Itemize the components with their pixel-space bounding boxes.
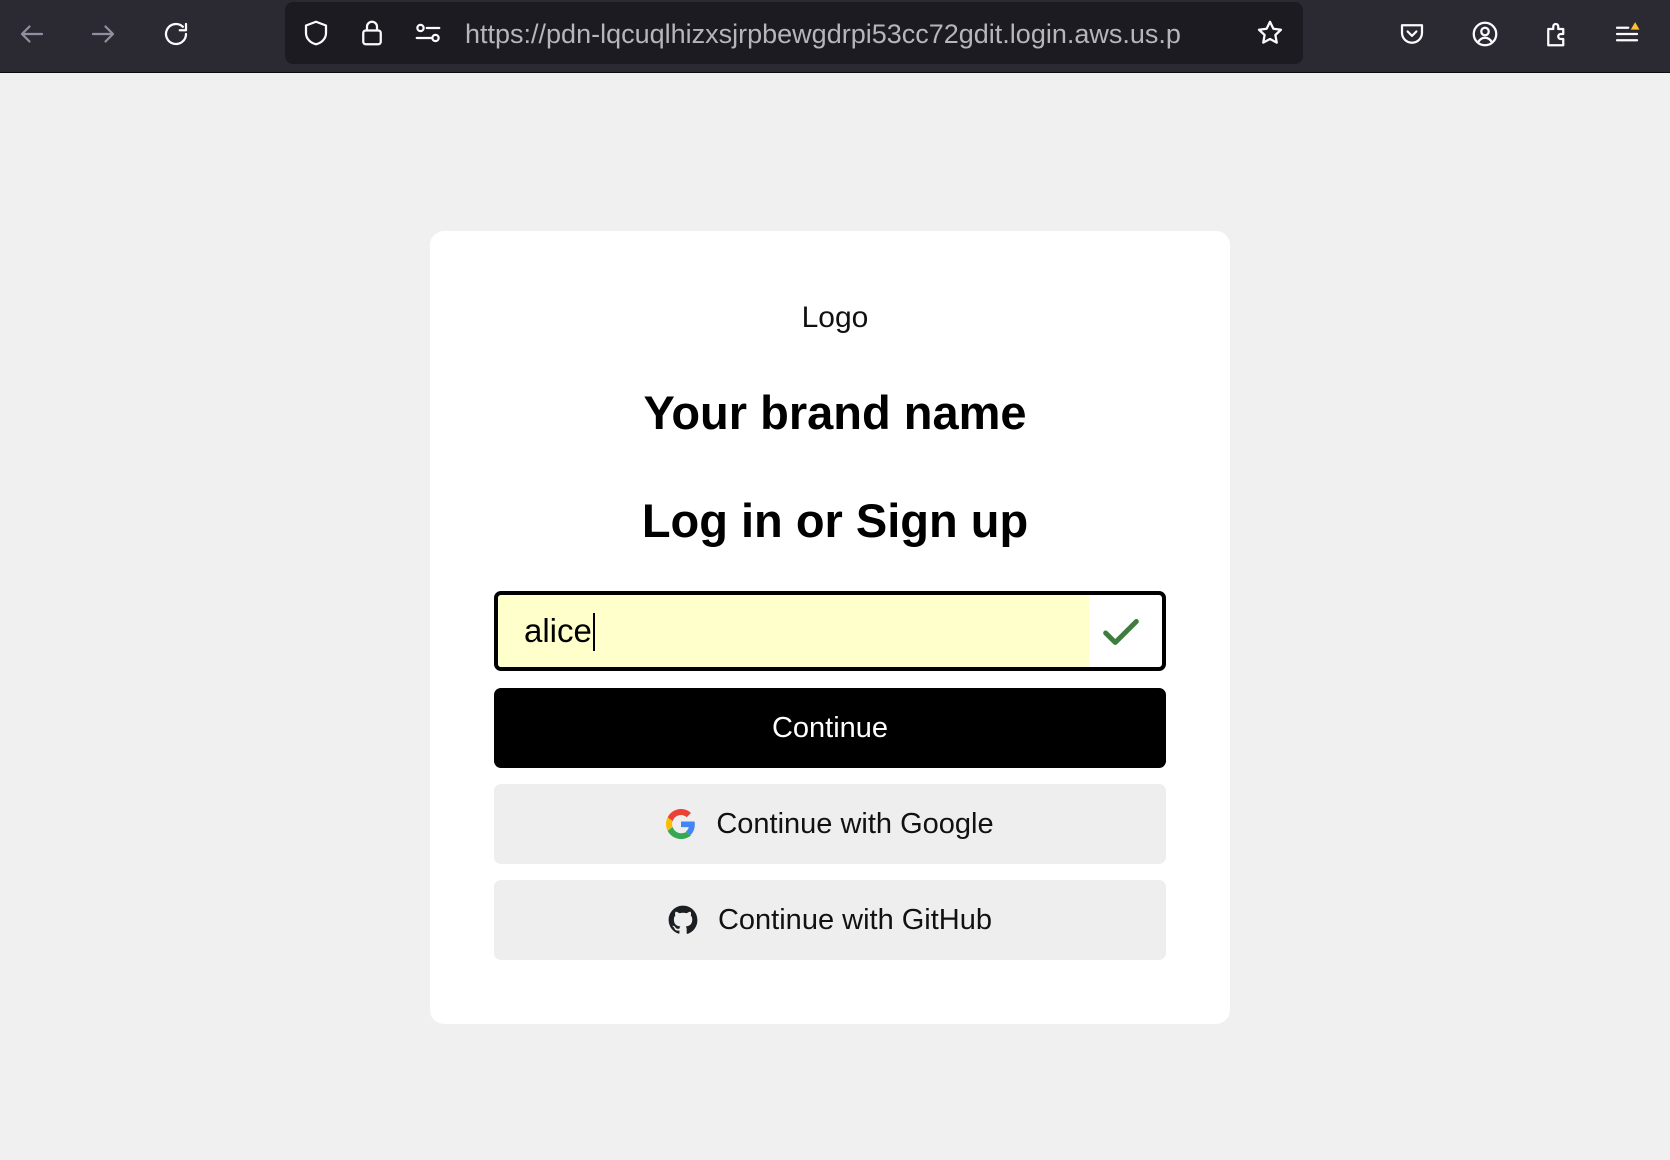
pocket-button[interactable] bbox=[1392, 14, 1432, 54]
url-bar[interactable]: https://pdn-lqcuqlhizxsjrpbewgdrpi53cc72… bbox=[285, 2, 1303, 64]
tracking-protection-button[interactable] bbox=[300, 17, 332, 49]
browser-toolbar: https://pdn-lqcuqlhizxsjrpbewgdrpi53cc72… bbox=[0, 0, 1670, 73]
pocket-icon bbox=[1400, 24, 1424, 44]
url-text[interactable]: https://pdn-lqcuqlhizxsjrpbewgdrpi53cc72… bbox=[465, 18, 1225, 50]
text-caret bbox=[593, 613, 595, 651]
continue-button-label: Continue bbox=[771, 711, 889, 744]
github-button-label: Continue with GitHub bbox=[717, 903, 993, 936]
continue-button[interactable]: Continue bbox=[494, 688, 1166, 768]
continue-with-github-button[interactable]: Continue with GitHub bbox=[494, 880, 1166, 960]
brand-name: Your brand name bbox=[643, 386, 1027, 439]
puzzle-icon bbox=[1547, 22, 1565, 47]
star-icon bbox=[1257, 20, 1283, 44]
shield-icon bbox=[304, 20, 328, 46]
permissions-icon bbox=[415, 23, 441, 43]
reload-icon bbox=[164, 22, 188, 46]
account-icon bbox=[1472, 21, 1498, 47]
username-input[interactable] bbox=[498, 595, 1089, 667]
bookmark-button[interactable] bbox=[1254, 17, 1286, 49]
google-icon bbox=[666, 809, 696, 839]
logo: Logo bbox=[801, 301, 869, 334]
google-button-label: Continue with Google bbox=[716, 807, 994, 840]
continue-with-google-button[interactable]: Continue with Google bbox=[494, 784, 1166, 864]
username-field[interactable] bbox=[494, 591, 1166, 671]
page-title: Log in or Sign up bbox=[641, 494, 1029, 547]
account-button[interactable] bbox=[1465, 14, 1505, 54]
back-button[interactable] bbox=[12, 14, 52, 54]
forward-arrow-icon bbox=[91, 25, 115, 43]
permissions-button[interactable] bbox=[412, 17, 444, 49]
lock-icon bbox=[362, 20, 382, 46]
extensions-button[interactable] bbox=[1537, 14, 1577, 54]
app-menu-button[interactable] bbox=[1607, 14, 1647, 54]
reload-button[interactable] bbox=[156, 14, 196, 54]
back-arrow-icon bbox=[20, 25, 44, 43]
github-icon bbox=[668, 905, 698, 935]
forward-button[interactable] bbox=[83, 14, 123, 54]
check-icon bbox=[1103, 618, 1139, 646]
site-security-button[interactable] bbox=[356, 17, 388, 49]
menu-icon bbox=[1615, 22, 1640, 42]
